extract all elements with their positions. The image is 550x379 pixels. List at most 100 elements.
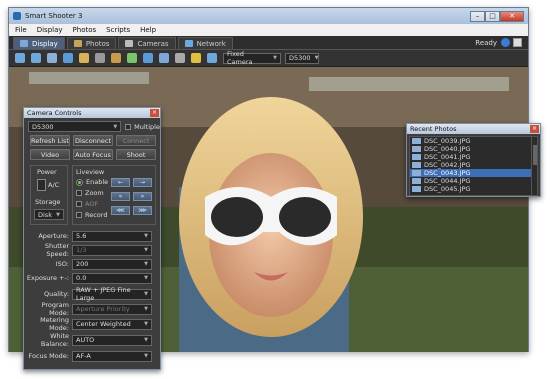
tab-network-label: Network (196, 39, 226, 48)
metering-mode-value: Center Weighted (76, 320, 131, 328)
focus-near-medium-button[interactable]: « (111, 192, 130, 201)
focus-far-button[interactable]: → (133, 178, 152, 187)
aof-checkbox[interactable] (76, 201, 82, 207)
focus-far-medium-button[interactable]: » (133, 192, 152, 201)
window-toggle-icon[interactable] (513, 38, 522, 47)
minimize-button[interactable]: – (470, 10, 485, 22)
crosshair-icon[interactable] (159, 53, 169, 63)
aperture-select[interactable]: 5.6 ▼ (72, 230, 152, 242)
monitor-icon (20, 40, 28, 47)
focus-far-large-button[interactable]: ⋙ (133, 206, 152, 215)
enable-toggle[interactable] (76, 178, 83, 186)
chevron-down-icon: ▼ (144, 233, 148, 239)
menu-bar: File Display Photos Scripts Help (9, 24, 528, 36)
list-item[interactable]: DSC_0045.JPG (410, 185, 531, 193)
list-item[interactable]: DSC_0041.JPG (410, 153, 531, 161)
close-button[interactable]: ✕ (500, 10, 524, 22)
recent-photos-title-bar: Recent Photos × (407, 124, 540, 134)
camera-controls-title-bar: Camera Controls × (24, 108, 160, 118)
focus-mode-select[interactable]: AF-A ▼ (72, 350, 152, 362)
zoom-in-icon[interactable] (15, 53, 25, 63)
folder-icon[interactable] (111, 53, 121, 63)
list-item[interactable]: DSC_0042.JPG (410, 161, 531, 169)
tab-cameras-label: Cameras (137, 39, 169, 48)
list-item[interactable]: DSC_0039.JPG (410, 137, 531, 145)
metering-mode-row: Metering Mode: Center Weighted ▼ (24, 316, 160, 332)
close-icon[interactable]: × (530, 125, 539, 133)
record-checkbox[interactable] (76, 212, 82, 218)
overlay-icon[interactable] (175, 53, 185, 63)
video-button[interactable]: Video (30, 149, 70, 160)
chevron-down-icon: ▼ (314, 55, 319, 61)
recent-photos-scrollbar[interactable] (531, 136, 538, 196)
tab-cameras[interactable]: Cameras (118, 37, 176, 49)
photo-filename: DSC_0042.JPG (424, 161, 471, 169)
focus-mode-label: Focus Mode: (28, 352, 69, 360)
menu-scripts[interactable]: Scripts (106, 26, 130, 34)
info-icon[interactable] (501, 38, 510, 47)
focus-mode-value: AF-A (76, 352, 91, 360)
shoot-button[interactable]: Shoot (116, 149, 156, 160)
tab-bar: Display Photos Cameras Network Ready (9, 36, 528, 50)
focus-near-large-button[interactable]: ⋘ (111, 206, 130, 215)
list-item[interactable]: DSC_0040.JPG (410, 145, 531, 153)
chevron-down-icon: ▼ (144, 353, 148, 359)
menu-photos[interactable]: Photos (73, 26, 97, 34)
quality-select[interactable]: RAW + JPEG Fine Large ▼ (72, 286, 152, 302)
chevron-down-icon: ▼ (144, 337, 148, 343)
chevron-down-icon: ▼ (56, 211, 60, 218)
light-icon[interactable] (191, 53, 201, 63)
menu-file[interactable]: File (15, 26, 27, 34)
chevron-down-icon: ▼ (144, 261, 148, 267)
exposure-label: Exposure +-: (26, 274, 69, 282)
refresh-icon[interactable] (63, 53, 73, 63)
white-balance-select[interactable]: AUTO ▼ (72, 334, 152, 346)
tab-display[interactable]: Display (13, 37, 65, 49)
menu-help[interactable]: Help (140, 26, 156, 34)
chevron-down-icon: ▼ (144, 247, 148, 253)
camera-select[interactable]: D5300 ▼ (28, 121, 122, 132)
storage-select[interactable]: Disk ▼ (34, 209, 64, 220)
metering-mode-select[interactable]: Center Weighted ▼ (72, 318, 152, 330)
image-file-icon (412, 138, 421, 144)
menu-display[interactable]: Display (37, 26, 63, 34)
camera-controls-title: Camera Controls (27, 109, 82, 117)
camera-settings-icon[interactable] (207, 53, 217, 63)
camera-model-select[interactable]: D5300 ▼ (285, 52, 319, 64)
triple-arrow-left-icon: ⋘ (116, 207, 125, 214)
double-arrow-left-icon: « (118, 193, 123, 200)
window-title: Smart Shooter 3 (25, 12, 83, 20)
tab-network[interactable]: Network (177, 37, 233, 49)
photo-filename: DSC_0045.JPG (424, 185, 471, 193)
grid-icon[interactable] (95, 53, 105, 63)
auto-focus-button[interactable]: Auto Focus (73, 149, 113, 160)
iso-row: ISO: 200 ▼ (24, 258, 160, 270)
exposure-select[interactable]: 0.0 ▼ (72, 272, 152, 284)
list-item[interactable]: DSC_0044.JPG (410, 177, 531, 185)
zoom-checkbox[interactable] (76, 190, 82, 196)
back-icon[interactable] (47, 53, 57, 63)
focus-icon[interactable] (143, 53, 153, 63)
record-label: Record (85, 211, 108, 219)
list-item-selected[interactable]: DSC_0043.JPG (410, 169, 531, 177)
tab-photos[interactable]: Photos (66, 37, 117, 49)
scrollbar-thumb[interactable] (533, 145, 537, 165)
program-mode-select[interactable]: Aperture Priority ▼ (72, 303, 152, 315)
shutter-speed-select[interactable]: 1/3 ▼ (72, 244, 152, 256)
histogram-icon[interactable] (127, 53, 137, 63)
star-icon[interactable] (79, 53, 89, 63)
status-area: Ready (475, 38, 522, 47)
photo-filename: DSC_0039.JPG (424, 137, 471, 145)
multiple-checkbox[interactable] (125, 123, 132, 130)
disconnect-button[interactable]: Disconnect (73, 135, 113, 146)
iso-select[interactable]: 200 ▼ (72, 258, 152, 270)
refresh-list-button[interactable]: Refresh List (30, 135, 70, 146)
maximize-button[interactable]: □ (485, 10, 500, 22)
camera-mode-select[interactable]: Fixed Camera ▼ (223, 50, 281, 66)
close-icon[interactable]: × (150, 109, 159, 117)
zoom-out-icon[interactable] (31, 53, 41, 63)
enable-label: Enable (86, 178, 109, 186)
white-balance-row: White Balance: AUTO ▼ (24, 332, 160, 348)
connect-button[interactable]: Connect (116, 135, 156, 146)
focus-near-button[interactable]: ← (111, 178, 130, 187)
